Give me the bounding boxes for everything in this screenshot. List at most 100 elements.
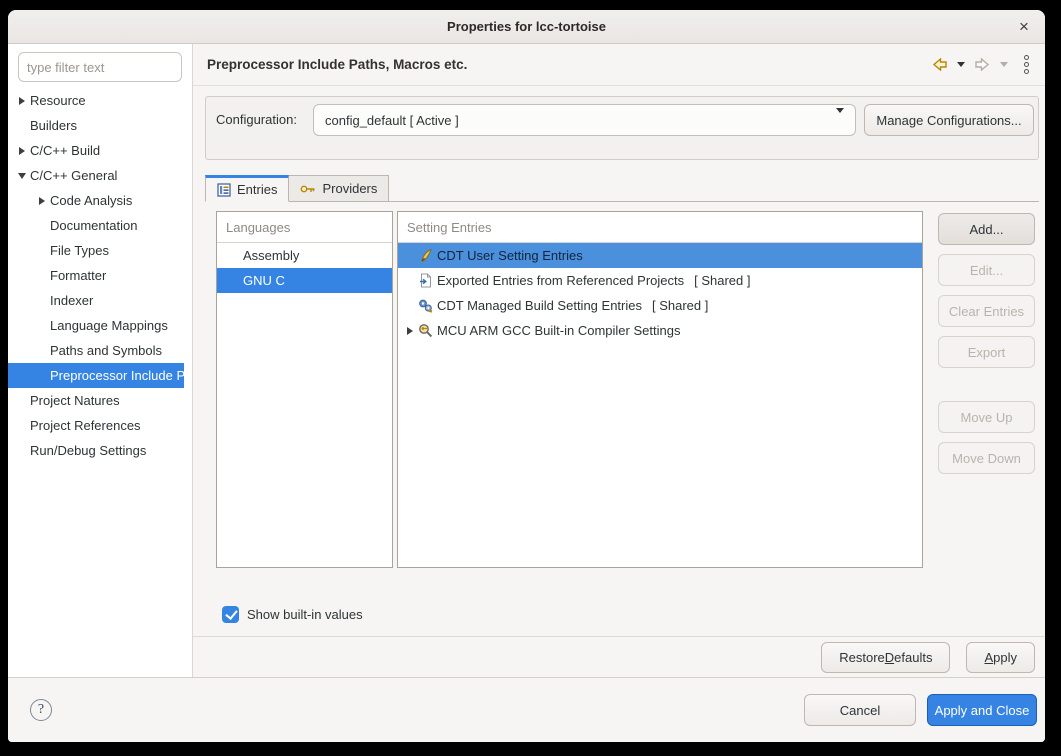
tree-item-label: Documentation — [50, 218, 137, 233]
tree-item-documentation[interactable]: Documentation — [8, 213, 184, 238]
restore-defaults-button[interactable]: Restore Defaults — [821, 642, 950, 673]
expander-expanded-icon[interactable] — [14, 173, 30, 179]
tree-item-code-analysis[interactable]: Code Analysis — [8, 188, 184, 213]
close-icon[interactable]: × — [1013, 16, 1035, 38]
language-row-gnu-c-selected[interactable]: GNU C — [217, 268, 392, 293]
languages-list-header: Languages — [217, 212, 392, 243]
tree-item-file-types[interactable]: File Types — [8, 238, 184, 263]
export-document-icon — [417, 273, 434, 289]
apply-button[interactable]: Apply — [966, 642, 1035, 673]
setting-entries-list: Setting Entries CDT User Setting Entries — [397, 211, 923, 568]
entry-label: MCU ARM GCC Built-in Compiler Settings — [437, 323, 680, 338]
button-text: pply — [993, 650, 1017, 665]
entries-list-icon — [217, 183, 231, 197]
tree-item-builders[interactable]: Builders — [8, 113, 184, 138]
tree-item-project-natures[interactable]: Project Natures — [8, 388, 184, 413]
properties-tree: Resource Builders C/C++ Build C/C++ Gene… — [8, 88, 192, 463]
dialog-footer: ? Cancel Apply and Close — [8, 677, 1045, 742]
page-title: Preprocessor Include Paths, Macros etc. — [207, 57, 931, 72]
tree-item-cpp-build[interactable]: C/C++ Build — [8, 138, 184, 163]
entry-row-exported-entries[interactable]: Exported Entries from Referenced Project… — [398, 268, 922, 293]
tree-item-label: Resource — [30, 93, 86, 108]
tree-item-formatter[interactable]: Formatter — [8, 263, 184, 288]
expander-collapsed-icon[interactable] — [34, 197, 50, 205]
expander-collapsed-icon[interactable] — [14, 147, 30, 155]
forward-history-caret-icon[interactable] — [1000, 62, 1008, 67]
tab-strip: Entries Providers — [205, 176, 1039, 202]
expander-collapsed-icon[interactable] — [403, 327, 417, 335]
apply-and-close-button[interactable]: Apply and Close — [927, 694, 1037, 726]
page-header: Preprocessor Include Paths, Macros etc. — [193, 44, 1045, 86]
language-row-assembly[interactable]: Assembly — [217, 243, 392, 268]
entry-label: CDT User Setting Entries — [437, 248, 583, 263]
show-builtin-row: Show built-in values — [222, 604, 1045, 624]
tab-entries[interactable]: Entries — [205, 175, 289, 202]
window-title: Properties for lcc-tortoise — [447, 19, 606, 34]
tree-item-label: Paths and Symbols — [50, 343, 162, 358]
tree-item-label: Code Analysis — [50, 193, 132, 208]
view-menu-icon[interactable] — [1022, 53, 1031, 76]
entry-row-cdt-user-selected[interactable]: CDT User Setting Entries — [398, 243, 922, 268]
tree-item-label: Preprocessor Include Paths, Macros etc. — [50, 368, 184, 383]
tree-item-label: Run/Debug Settings — [30, 443, 146, 458]
properties-dialog: Properties for lcc-tortoise × Resource B… — [8, 10, 1045, 742]
language-label: Assembly — [243, 248, 299, 263]
tree-item-indexer[interactable]: Indexer — [8, 288, 184, 313]
sidebar: Resource Builders C/C++ Build C/C++ Gene… — [8, 44, 193, 677]
filter-input[interactable] — [18, 52, 182, 82]
tree-item-resource[interactable]: Resource — [8, 88, 184, 113]
tree-item-cpp-general[interactable]: C/C++ General — [8, 163, 184, 188]
tab-providers[interactable]: Providers — [289, 175, 389, 201]
quill-pen-icon — [417, 248, 434, 264]
manage-configurations-button[interactable]: Manage Configurations... — [864, 104, 1034, 136]
back-history-caret-icon[interactable] — [957, 62, 965, 67]
tree-item-label: Project Natures — [30, 393, 120, 408]
tree-item-preprocessor-include-selected[interactable]: Preprocessor Include Paths, Macros etc. — [8, 363, 184, 388]
entry-label: CDT Managed Build Setting Entries — [437, 298, 642, 313]
entry-suffix: [ Shared ] — [694, 273, 750, 288]
expander-collapsed-icon[interactable] — [14, 97, 30, 105]
show-builtin-checkbox[interactable] — [222, 606, 239, 623]
tree-item-label: Indexer — [50, 293, 93, 308]
tree-item-label: Formatter — [50, 268, 106, 283]
move-down-button[interactable]: Move Down — [938, 442, 1035, 474]
managed-build-icon — [417, 298, 434, 314]
entry-row-cdt-managed-build[interactable]: CDT Managed Build Setting Entries [ Shar… — [398, 293, 922, 318]
button-text: efaults — [894, 650, 932, 665]
magnifier-key-icon — [417, 323, 434, 339]
button-text: Restore — [839, 650, 885, 665]
tree-item-language-mappings[interactable]: Language Mappings — [8, 313, 184, 338]
language-label: GNU C — [243, 273, 285, 288]
help-icon[interactable]: ? — [30, 699, 52, 721]
add-button[interactable]: Add... — [938, 213, 1035, 245]
tab-label: Entries — [237, 182, 277, 197]
move-up-button[interactable]: Move Up — [938, 401, 1035, 433]
back-arrow-icon[interactable] — [931, 58, 948, 71]
tree-item-label: Language Mappings — [50, 318, 168, 333]
title-bar[interactable]: Properties for lcc-tortoise × — [8, 10, 1045, 44]
configuration-select[interactable]: config_default [ Active ] — [313, 104, 856, 136]
clear-entries-button[interactable]: Clear Entries — [938, 295, 1035, 327]
main-panel: Preprocessor Include Paths, Macros etc. … — [193, 44, 1045, 677]
entry-row-mcu-arm-gcc[interactable]: MCU ARM GCC Built-in Compiler Settings — [398, 318, 922, 343]
configuration-panel: Configuration: config_default [ Active ]… — [205, 96, 1039, 160]
entry-actions: Add... Edit... Clear Entries Export Move… — [938, 211, 1035, 481]
entry-label: Exported Entries from Referenced Project… — [437, 273, 684, 288]
cancel-button[interactable]: Cancel — [804, 694, 916, 726]
show-builtin-label: Show built-in values — [247, 607, 363, 622]
languages-list: Languages Assembly GNU C — [216, 211, 393, 568]
edit-button[interactable]: Edit... — [938, 254, 1035, 286]
tree-item-label: Project References — [30, 418, 141, 433]
key-icon — [300, 183, 316, 195]
button-mnemonic: D — [885, 650, 894, 665]
forward-arrow-icon[interactable] — [974, 58, 991, 71]
tab-label: Providers — [322, 181, 377, 196]
tree-item-run-debug-settings[interactable]: Run/Debug Settings — [8, 438, 184, 463]
tree-item-project-references[interactable]: Project References — [8, 413, 184, 438]
tree-item-paths-and-symbols[interactable]: Paths and Symbols — [8, 338, 184, 363]
defaults-bar: Restore Defaults Apply — [193, 637, 1045, 677]
export-button[interactable]: Export — [938, 336, 1035, 368]
configuration-label: Configuration: — [216, 104, 313, 136]
button-mnemonic: A — [984, 650, 993, 665]
tree-item-label: File Types — [50, 243, 109, 258]
